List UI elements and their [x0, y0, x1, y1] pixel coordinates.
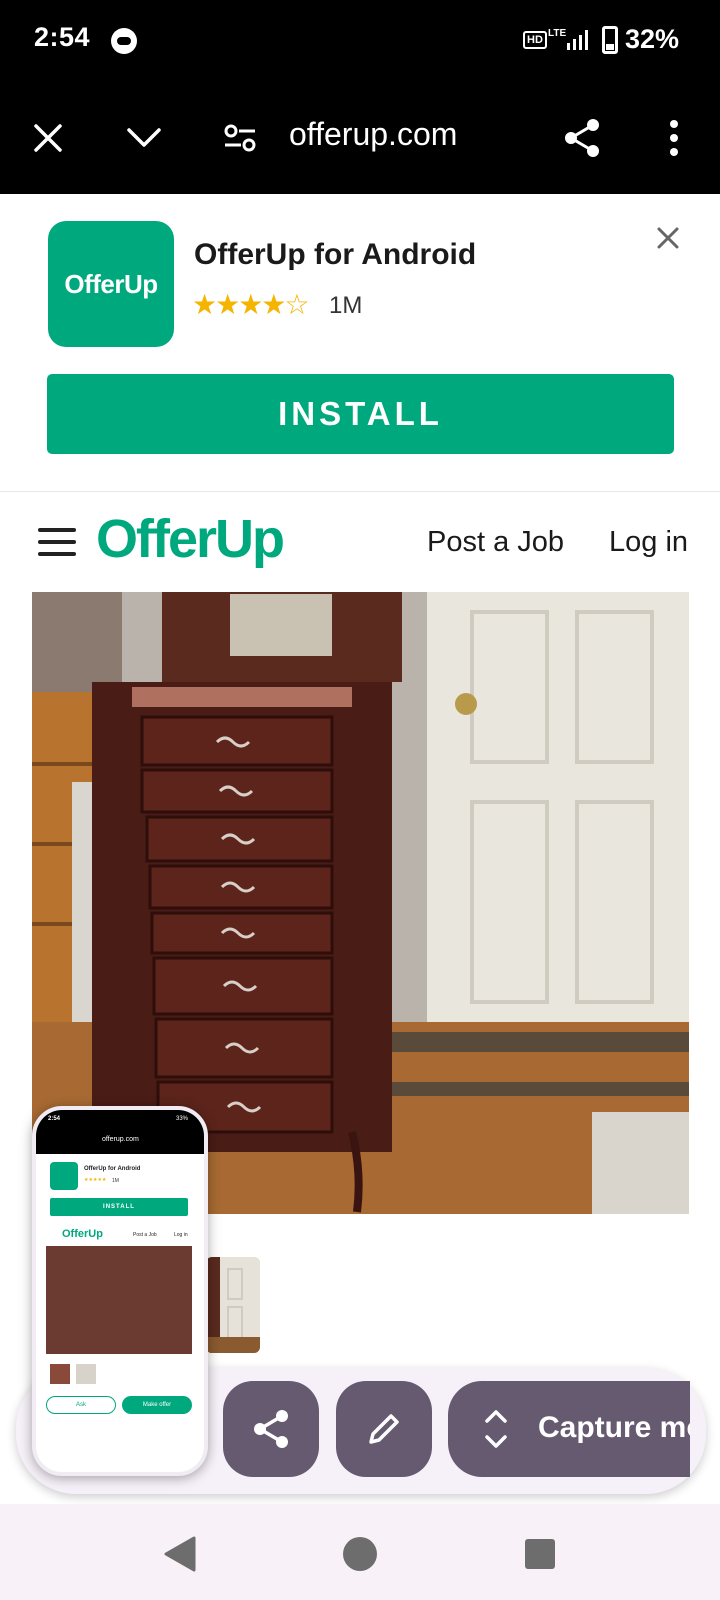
capture-more-label: Capture more	[538, 1411, 690, 1444]
banner-close-icon[interactable]	[650, 220, 686, 256]
preview-thumb-1	[50, 1364, 70, 1384]
preview-battery: 33%	[176, 1116, 189, 1122]
preview-app-icon	[50, 1162, 78, 1190]
app-install-banner: OfferUp OfferUp for Android ★★★★☆ 1M INS…	[0, 194, 720, 492]
rating-stars: ★★★★☆	[192, 289, 310, 320]
share-icon	[254, 1410, 288, 1448]
preview-make-offer: Make offer	[122, 1396, 192, 1414]
install-button[interactable]: INSTALL	[47, 374, 674, 454]
share-screenshot-button[interactable]	[223, 1381, 319, 1477]
browser-toolbar: offerup.com	[0, 82, 720, 194]
signal-icon	[567, 30, 588, 50]
battery-icon	[602, 26, 618, 54]
chevron-down-icon[interactable]	[116, 110, 172, 166]
more-vert-icon[interactable]	[646, 110, 702, 166]
site-header: OfferUp Post a Job Log in	[0, 492, 720, 592]
post-a-job-link[interactable]: Post a Job	[427, 526, 564, 559]
battery-percent: 32%	[625, 24, 680, 54]
preview-downloads: 1M	[112, 1178, 119, 1184]
preview-app-title: OfferUp for Android	[84, 1166, 141, 1172]
capture-more-button[interactable]: Capture more	[448, 1381, 690, 1477]
site-logo[interactable]: OfferUp	[96, 508, 285, 570]
offerup-app-icon: OfferUp	[48, 221, 174, 347]
recents-icon[interactable]	[520, 1534, 560, 1574]
app-icon-text: OfferUp	[64, 268, 158, 299]
preview-ask: Ask	[46, 1396, 116, 1414]
site-settings-icon[interactable]	[212, 110, 268, 166]
preview-login: Log in	[174, 1232, 188, 1238]
preview-stars: ★★★★★	[84, 1177, 107, 1183]
edit-icon	[369, 1414, 399, 1444]
url-text[interactable]: offerup.com	[289, 116, 457, 153]
status-time: 2:54	[34, 22, 91, 52]
status-bar: 2:54 HD LTE 32%	[0, 0, 720, 82]
login-link[interactable]: Log in	[609, 526, 688, 559]
preview-time: 2:54	[48, 1116, 61, 1122]
preview-post-job: Post a Job	[133, 1232, 157, 1238]
hd-badge: HD	[523, 31, 547, 49]
preview-photo	[46, 1246, 192, 1354]
screenshot-preview[interactable]: 2:54 33% offerup.com OfferUp for Android…	[32, 1106, 208, 1476]
preview-url: offerup.com	[102, 1136, 139, 1143]
game-controller-icon	[111, 28, 137, 54]
photo-thumbnail[interactable]	[206, 1257, 260, 1353]
preview-top-bar: 2:54 33% offerup.com	[36, 1110, 204, 1154]
preview-logo: OfferUp	[62, 1228, 103, 1240]
system-nav-bar	[0, 1504, 720, 1600]
back-icon[interactable]	[160, 1534, 200, 1574]
download-count: 1M	[329, 292, 363, 319]
close-icon[interactable]	[20, 110, 76, 166]
edit-screenshot-button[interactable]	[336, 1381, 432, 1477]
preview-thumb-2	[76, 1364, 96, 1384]
preview-install: INSTALL	[50, 1198, 188, 1216]
expand-icon	[485, 1410, 507, 1448]
network-type: LTE	[548, 28, 567, 39]
share-icon[interactable]	[554, 110, 610, 166]
home-icon[interactable]	[340, 1534, 380, 1574]
hamburger-menu-icon[interactable]	[38, 528, 76, 556]
app-title: OfferUp for Android	[194, 238, 477, 271]
